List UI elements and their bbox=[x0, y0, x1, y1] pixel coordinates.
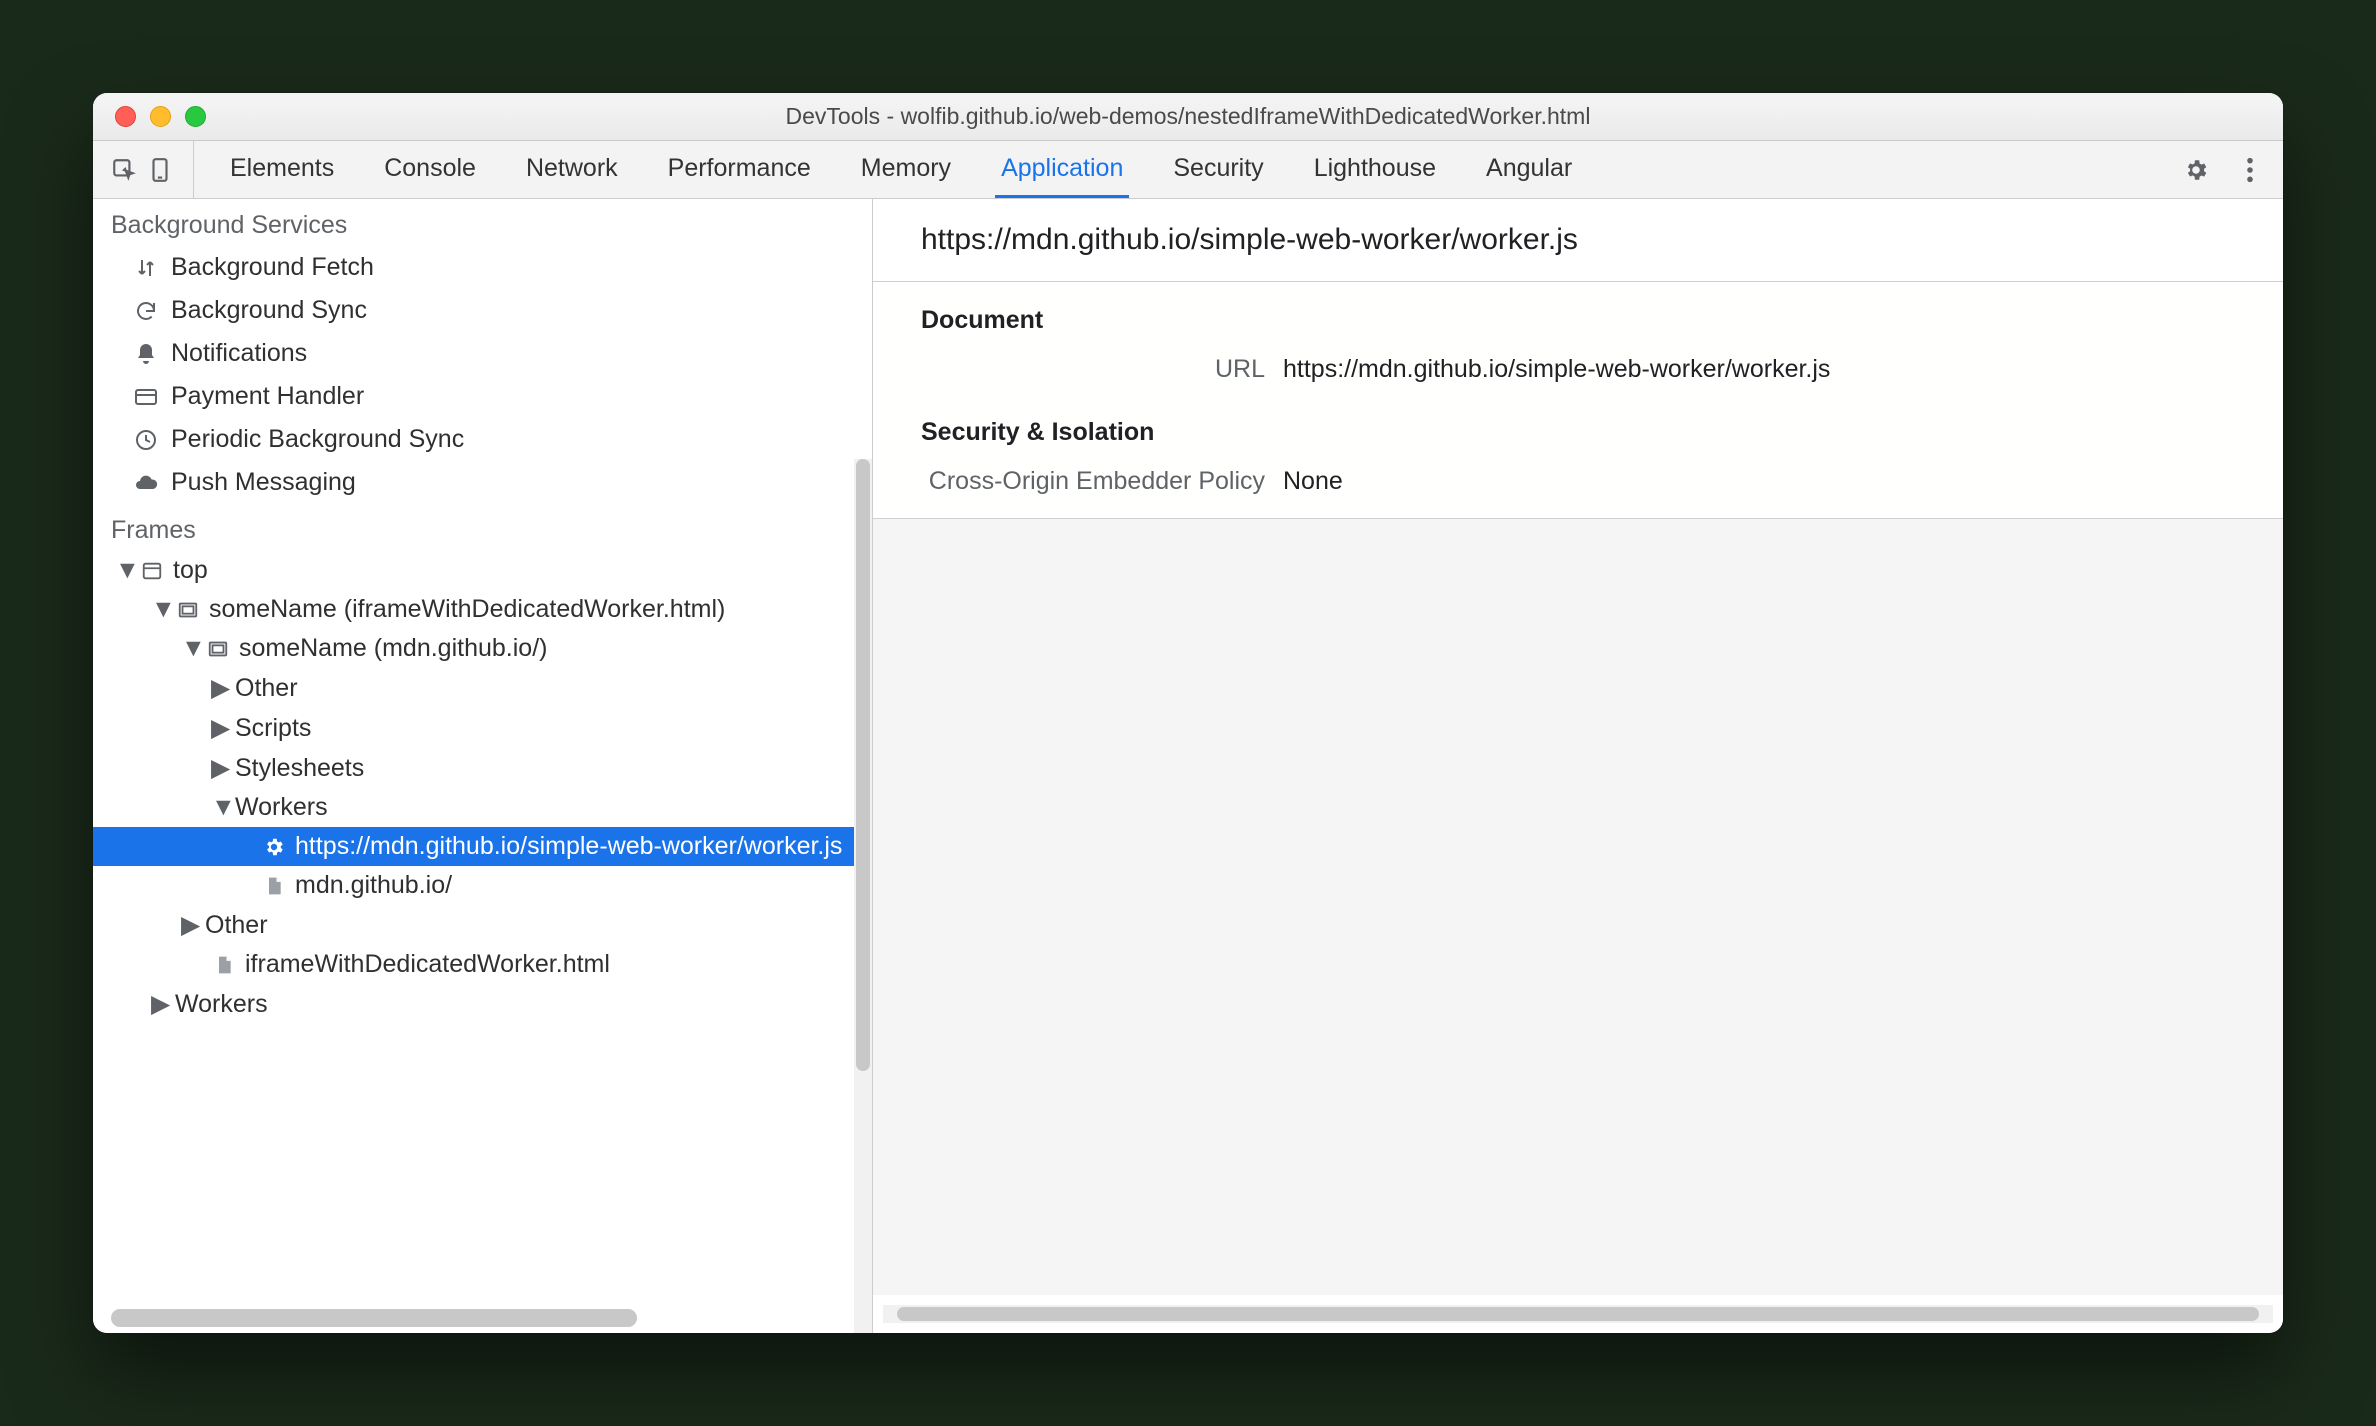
devtools-window: DevTools - wolfib.github.io/web-demos/ne… bbox=[93, 93, 2283, 1333]
file-icon bbox=[211, 952, 237, 978]
chevron-right-icon: ▶ bbox=[211, 673, 227, 703]
tab-memory[interactable]: Memory bbox=[855, 141, 957, 198]
tree-label: Workers bbox=[175, 990, 268, 1019]
inspect-icon[interactable] bbox=[111, 157, 137, 183]
tree-item-document[interactable]: iframeWithDedicatedWorker.html bbox=[93, 945, 872, 984]
sync-icon bbox=[133, 298, 159, 324]
tab-console[interactable]: Console bbox=[378, 141, 482, 198]
tree-item-stylesheets[interactable]: ▶ Stylesheets bbox=[93, 748, 872, 788]
row-coep: Cross-Origin Embedder Policy None bbox=[873, 457, 2283, 518]
file-icon bbox=[261, 873, 287, 899]
sidebar-item-periodic-sync[interactable]: Periodic Background Sync bbox=[93, 418, 872, 461]
tab-performance[interactable]: Performance bbox=[662, 141, 817, 198]
row-url: URL https://mdn.github.io/simple-web-wor… bbox=[873, 345, 2283, 394]
device-toolbar-icon[interactable] bbox=[147, 157, 173, 183]
tree-label: Stylesheets bbox=[235, 754, 364, 783]
devtools-tabbar: Elements Console Network Performance Mem… bbox=[93, 141, 2283, 199]
empty-area bbox=[873, 518, 2283, 1295]
detail-header: https://mdn.github.io/simple-web-worker/… bbox=[873, 199, 2283, 282]
tree-label: Scripts bbox=[235, 714, 311, 743]
more-menu-icon[interactable] bbox=[2237, 157, 2263, 183]
content-horizontal-scrollbar[interactable] bbox=[883, 1305, 2273, 1323]
chevron-right-icon: ▶ bbox=[181, 910, 197, 940]
chevron-down-icon: ▼ bbox=[151, 595, 167, 624]
tab-security[interactable]: Security bbox=[1167, 141, 1269, 198]
tree-item-frame[interactable]: ▼ someName (mdn.github.io/) bbox=[93, 629, 872, 668]
tree-label: Workers bbox=[235, 793, 328, 822]
sidebar-item-label: Push Messaging bbox=[171, 468, 356, 497]
detail-panel: Document URL https://mdn.github.io/simpl… bbox=[873, 282, 2283, 518]
iframe-icon bbox=[205, 636, 231, 662]
arrows-updown-icon bbox=[133, 255, 159, 281]
group-security-isolation: Security & Isolation bbox=[873, 394, 2283, 457]
tab-elements[interactable]: Elements bbox=[224, 141, 340, 198]
sidebar-item-notifications[interactable]: Notifications bbox=[93, 332, 872, 375]
tree-item-top[interactable]: ▼ top bbox=[93, 551, 872, 590]
sidebar-item-label: Periodic Background Sync bbox=[171, 425, 464, 454]
chevron-right-icon: ▶ bbox=[151, 989, 167, 1019]
window-title: DevTools - wolfib.github.io/web-demos/ne… bbox=[93, 103, 2283, 130]
tree-label: someName (iframeWithDedicatedWorker.html… bbox=[209, 595, 725, 624]
tree-label: Other bbox=[235, 674, 298, 703]
sidebar-item-label: Background Sync bbox=[171, 296, 367, 325]
url-value: https://mdn.github.io/simple-web-worker/… bbox=[1283, 355, 1830, 384]
detail-pane: https://mdn.github.io/simple-web-worker/… bbox=[873, 199, 2283, 1333]
chevron-right-icon: ▶ bbox=[211, 753, 227, 783]
application-sidebar: Background Services Background Fetch Bac… bbox=[93, 199, 873, 1333]
tree-label: mdn.github.io/ bbox=[295, 871, 452, 900]
tree-label: https://mdn.github.io/simple-web-worker/… bbox=[295, 832, 842, 861]
cloud-icon bbox=[133, 470, 159, 496]
tab-lighthouse[interactable]: Lighthouse bbox=[1308, 141, 1442, 198]
url-key: URL bbox=[873, 355, 1283, 384]
settings-gear-icon[interactable] bbox=[2183, 157, 2209, 183]
clock-icon bbox=[133, 427, 159, 453]
sidebar-horizontal-scrollbar[interactable] bbox=[111, 1309, 842, 1327]
sidebar-item-label: Background Fetch bbox=[171, 253, 374, 282]
iframe-icon bbox=[175, 597, 201, 623]
titlebar: DevTools - wolfib.github.io/web-demos/ne… bbox=[93, 93, 2283, 141]
card-icon bbox=[133, 384, 159, 410]
tree-label: Other bbox=[205, 911, 268, 940]
chevron-right-icon: ▶ bbox=[211, 713, 227, 743]
tree-item-workers[interactable]: ▼ Workers bbox=[93, 788, 872, 827]
tree-item-other[interactable]: ▶ Other bbox=[93, 905, 872, 945]
chevron-down-icon: ▼ bbox=[115, 556, 131, 585]
sidebar-item-background-sync[interactable]: Background Sync bbox=[93, 289, 872, 332]
tree-item-scripts[interactable]: ▶ Scripts bbox=[93, 708, 872, 748]
section-frames: Frames bbox=[93, 504, 872, 551]
coep-value: None bbox=[1283, 467, 1343, 496]
tab-angular[interactable]: Angular bbox=[1480, 141, 1578, 198]
tree-item-frame[interactable]: ▼ someName (iframeWithDedicatedWorker.ht… bbox=[93, 590, 872, 629]
coep-key: Cross-Origin Embedder Policy bbox=[873, 467, 1283, 496]
tree-item-document[interactable]: mdn.github.io/ bbox=[93, 866, 872, 905]
chevron-down-icon: ▼ bbox=[211, 793, 227, 822]
sidebar-item-push-messaging[interactable]: Push Messaging bbox=[93, 461, 872, 504]
tree-item-other[interactable]: ▶ Other bbox=[93, 668, 872, 708]
bell-icon bbox=[133, 341, 159, 367]
frames-tree: ▼ top ▼ someName (iframeWithDedicatedWor… bbox=[93, 551, 872, 1054]
window-icon bbox=[139, 558, 165, 584]
sidebar-vertical-scrollbar[interactable] bbox=[854, 459, 872, 1333]
sidebar-item-background-fetch[interactable]: Background Fetch bbox=[93, 246, 872, 289]
sidebar-item-label: Payment Handler bbox=[171, 382, 364, 411]
tree-label: someName (mdn.github.io/) bbox=[239, 634, 547, 663]
tree-label: iframeWithDedicatedWorker.html bbox=[245, 950, 610, 979]
tree-item-worker-selected[interactable]: https://mdn.github.io/simple-web-worker/… bbox=[93, 827, 872, 866]
gear-icon bbox=[261, 834, 287, 860]
tab-application[interactable]: Application bbox=[995, 141, 1129, 198]
chevron-down-icon: ▼ bbox=[181, 634, 197, 663]
tab-network[interactable]: Network bbox=[520, 141, 624, 198]
tree-label: top bbox=[173, 556, 208, 585]
sidebar-item-label: Notifications bbox=[171, 339, 307, 368]
section-background-services: Background Services bbox=[93, 199, 872, 246]
tree-item-workers[interactable]: ▶ Workers bbox=[93, 984, 872, 1024]
sidebar-item-payment-handler[interactable]: Payment Handler bbox=[93, 375, 872, 418]
group-document: Document bbox=[873, 282, 2283, 345]
